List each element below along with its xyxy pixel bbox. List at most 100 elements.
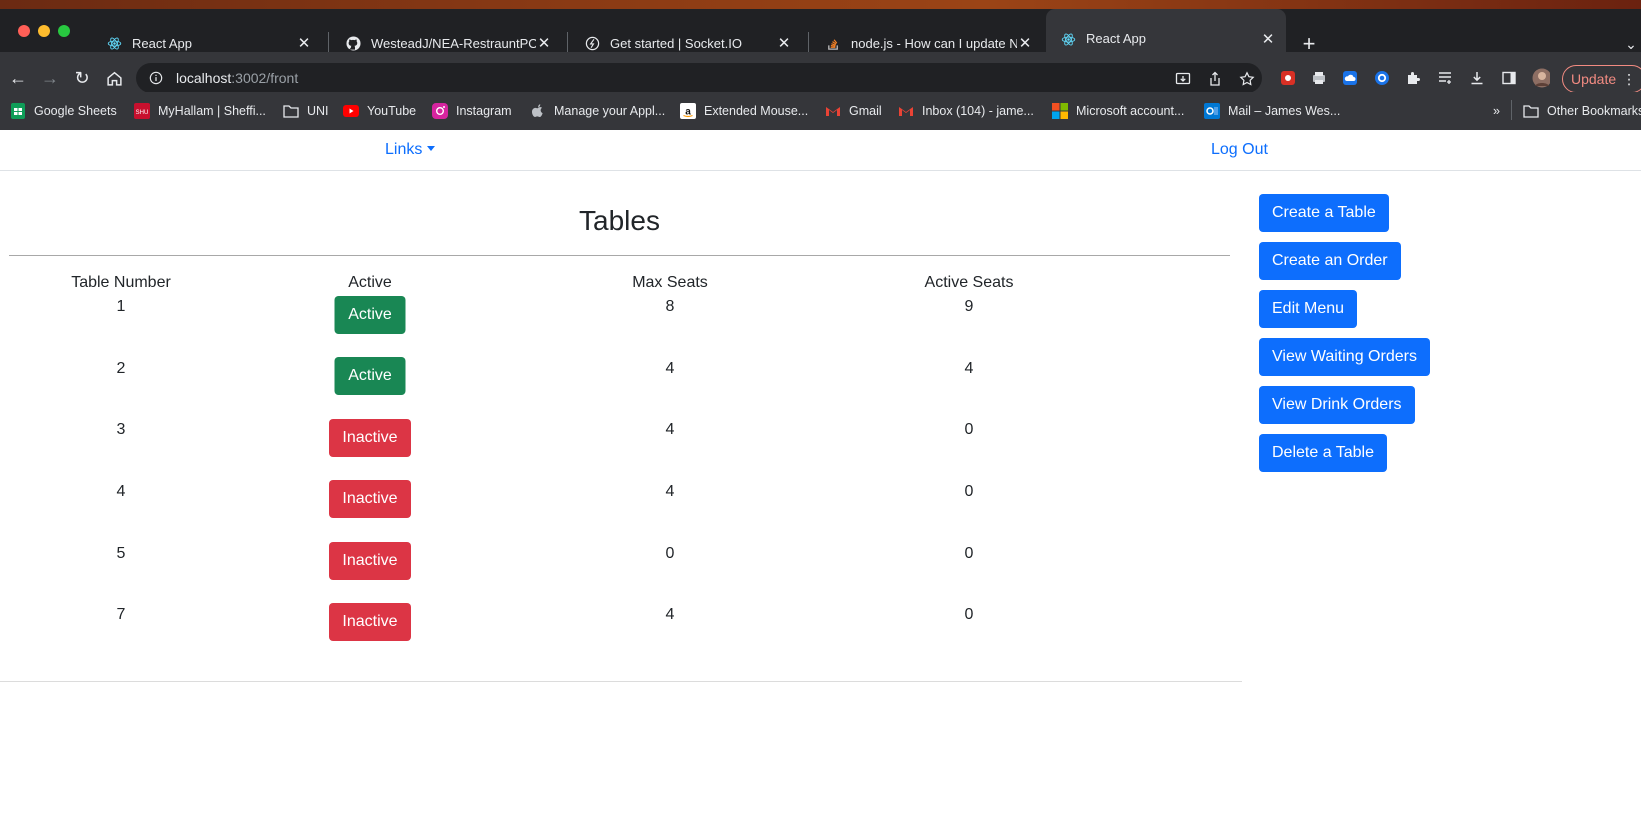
share-icon[interactable] [1206, 70, 1224, 88]
bookmark-label: Extended Mouse... [704, 104, 809, 118]
status-button[interactable]: Active [334, 357, 406, 395]
side-panel-icon[interactable] [1500, 69, 1518, 87]
table-number-cell: 5 [116, 545, 126, 562]
bookmark-google-sheets[interactable]: Google Sheets [10, 101, 117, 121]
bookmark-other-folder[interactable]: Other Bookmarks [1523, 101, 1641, 121]
maximize-window-button[interactable] [58, 25, 70, 37]
tab-title: React App [132, 35, 192, 51]
svg-text:SHU: SHU [136, 110, 149, 116]
max-seats-cell: 8 [665, 298, 675, 315]
active-seats-cell: 0 [964, 483, 974, 500]
socketio-icon [584, 35, 600, 51]
back-icon[interactable]: ← [7, 67, 29, 89]
bookmark-label: Manage your Appl... [554, 104, 666, 118]
react-icon [1060, 31, 1076, 47]
bookmark-label: Microsoft account... [1076, 104, 1185, 118]
reload-icon[interactable]: ↻ [71, 67, 93, 89]
window-title-strip [0, 0, 1641, 9]
address-bar[interactable]: localhost:3002/front [136, 63, 1262, 93]
create-order-button[interactable]: Create an Order [1259, 242, 1401, 280]
view-waiting-orders-button[interactable]: View Waiting Orders [1259, 338, 1430, 376]
bookmark-apple[interactable]: Manage your Appl... [530, 101, 665, 121]
page-title: Tables [579, 205, 660, 236]
table-number-cell: 4 [116, 483, 126, 500]
bookmark-label: Inbox (104) - jame... [922, 104, 1034, 118]
bookmark-uni-folder[interactable]: UNI [283, 101, 329, 121]
close-window-button[interactable] [18, 25, 30, 37]
downloads-icon[interactable] [1468, 69, 1486, 87]
links-dropdown[interactable]: Links [385, 141, 436, 159]
bookmark-gmail[interactable]: Gmail [825, 101, 882, 121]
close-tab-icon[interactable]: ✕ [536, 35, 552, 52]
delete-table-button[interactable]: Delete a Table [1259, 434, 1387, 472]
bookmarks-overflow-button[interactable]: » [1493, 101, 1500, 121]
create-table-button[interactable]: Create a Table [1259, 194, 1389, 232]
tab-title: WesteadJ/NEA-RestrauntPOS [371, 35, 536, 51]
react-icon [106, 35, 122, 51]
column-header-table-number: Table Number [71, 274, 171, 291]
reading-list-icon[interactable] [1436, 69, 1454, 87]
tab-title: node.js - How can I update Noc [851, 35, 1017, 51]
bookmark-label: YouTube [367, 104, 417, 118]
content-divider [0, 681, 1242, 682]
title-divider [9, 255, 1230, 256]
bookmark-instagram[interactable]: Instagram [432, 101, 512, 121]
extensions-puzzle-icon[interactable] [1404, 69, 1422, 87]
status-button[interactable]: Inactive [329, 480, 411, 518]
bookmark-label: MyHallam | Sheffi... [158, 104, 266, 118]
max-seats-cell: 4 [665, 421, 675, 438]
logout-link[interactable]: Log Out [1211, 141, 1268, 159]
amazon-icon: a [680, 103, 696, 119]
view-drink-orders-button[interactable]: View Drink Orders [1259, 386, 1415, 424]
profile-avatar[interactable] [1532, 68, 1550, 88]
status-button[interactable]: Inactive [329, 603, 411, 641]
bookmark-star-icon[interactable] [1238, 70, 1256, 88]
extension-cloud-icon[interactable] [1341, 69, 1359, 87]
bookmark-extended-mouse[interactable]: a Extended Mouse... [680, 101, 808, 121]
close-tab-icon[interactable]: ✕ [1017, 35, 1033, 52]
github-icon [345, 35, 361, 51]
bookmark-youtube[interactable]: YouTube [343, 101, 416, 121]
update-button[interactable]: Update ⋮ [1562, 65, 1641, 93]
browser-tab-5[interactable]: React App ✕ [1046, 9, 1286, 52]
bookmark-label: Other Bookmarks [1547, 104, 1641, 118]
column-header-max-seats: Max Seats [632, 274, 708, 291]
extension-red-icon[interactable] [1279, 69, 1297, 87]
install-app-icon[interactable] [1174, 70, 1192, 88]
bookmark-mail[interactable]: Mail – James Wes... [1204, 101, 1340, 121]
bookmark-label: Gmail [849, 104, 882, 118]
close-tab-icon[interactable]: ✕ [296, 35, 312, 52]
update-label: Update [1571, 71, 1617, 87]
status-button[interactable]: Inactive [329, 419, 411, 457]
bookmark-inbox[interactable]: Inbox (104) - jame... [898, 101, 1034, 121]
tab-title: Get started | Socket.IO [610, 35, 742, 51]
max-seats-cell: 4 [665, 483, 675, 500]
close-tab-icon[interactable]: ✕ [1260, 31, 1276, 48]
tab-title: React App [1086, 31, 1146, 46]
bookmark-myhallam[interactable]: SHU MyHallam | Sheffi... [134, 101, 266, 121]
chevron-down-icon [427, 146, 436, 151]
bookmark-label: UNI [307, 104, 329, 118]
shu-icon: SHU [134, 103, 150, 119]
edit-menu-button[interactable]: Edit Menu [1259, 290, 1358, 328]
bookmark-label: Google Sheets [34, 104, 117, 118]
extension-printer-icon[interactable] [1310, 69, 1328, 87]
extension-circle-icon[interactable] [1373, 69, 1391, 87]
max-seats-cell: 4 [665, 360, 675, 377]
bookmark-microsoft[interactable]: Microsoft account... [1052, 101, 1184, 121]
site-info-icon[interactable] [148, 70, 164, 86]
links-label: Links [385, 141, 423, 158]
gmail-icon [898, 103, 914, 119]
folder-icon [283, 103, 299, 119]
bookmark-label: Instagram [456, 104, 512, 118]
status-button[interactable]: Active [334, 296, 406, 334]
minimize-window-button[interactable] [38, 25, 50, 37]
outlook-icon [1204, 103, 1220, 119]
status-button[interactable]: Inactive [329, 542, 411, 580]
home-icon[interactable] [103, 67, 125, 89]
column-header-active-seats: Active Seats [924, 274, 1014, 291]
forward-icon[interactable]: → [39, 67, 61, 89]
table-number-cell: 7 [116, 606, 126, 623]
gmail-icon [825, 103, 841, 119]
close-tab-icon[interactable]: ✕ [776, 35, 792, 52]
